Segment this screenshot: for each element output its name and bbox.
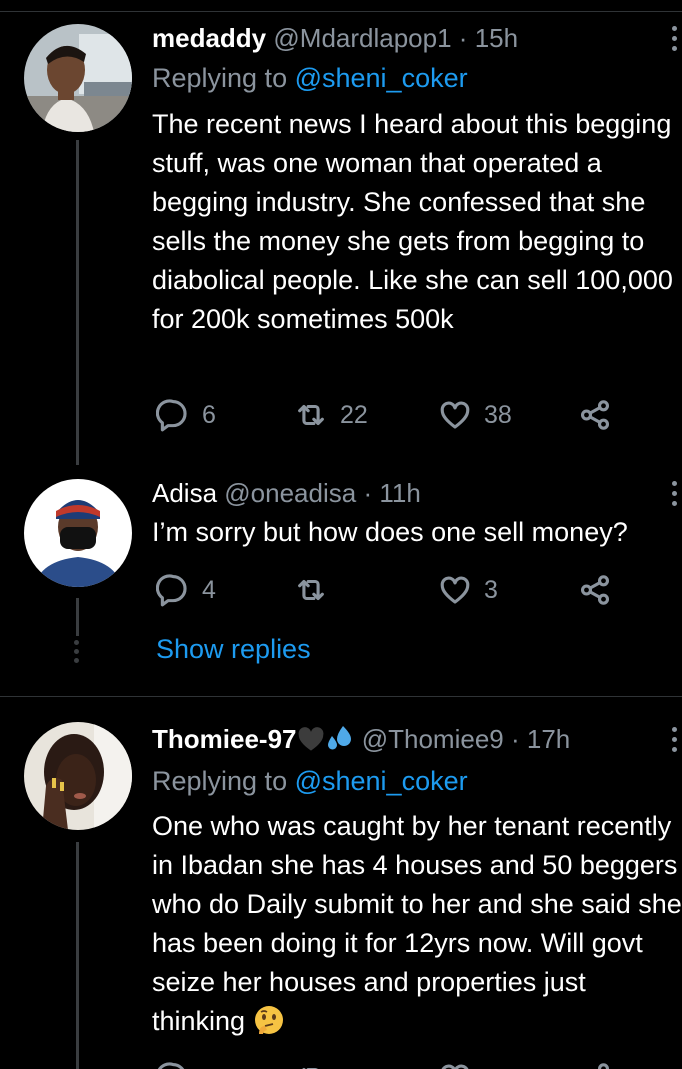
user-handle[interactable]: @oneadisa [224, 478, 356, 508]
heart-icon [440, 401, 470, 429]
retweet-count: 22 [340, 400, 368, 429]
replying-to: Replying to @sheni_coker [152, 61, 468, 95]
reply-icon [157, 1062, 185, 1069]
reply-button[interactable] [156, 1058, 190, 1069]
tweet-text: I’m sorry but how does one sell money? [152, 517, 628, 547]
sweat-droplets-emoji [327, 726, 351, 750]
avatar-thomiee[interactable] [24, 722, 132, 830]
tweet-text-body: One who was caught by her tenant recentl… [152, 811, 682, 1036]
display-name[interactable]: medaddy [152, 23, 266, 53]
share-icon [580, 400, 610, 430]
tweet-actions [152, 1058, 622, 1069]
retweet-icon [298, 404, 324, 426]
heart-icon [441, 1064, 469, 1069]
separator-dot: · [458, 23, 468, 53]
timestamp[interactable]: 17h [527, 724, 570, 754]
thread-line [76, 140, 79, 465]
reply-count: 4 [202, 575, 216, 604]
like-button[interactable]: 38 [438, 395, 512, 435]
tweet-actions: 4 3 [152, 570, 622, 610]
show-replies-link[interactable]: Show replies [156, 634, 311, 665]
separator-dot: · [510, 724, 520, 754]
heart-icon [440, 576, 470, 604]
reply-button[interactable]: 6 [156, 395, 216, 435]
thread-line [76, 598, 79, 636]
user-handle[interactable]: @Thomiee9 [362, 724, 504, 754]
reply-icon [156, 399, 187, 432]
top-divider [0, 0, 682, 12]
reply-icon [156, 574, 187, 607]
tweet-header: Thomiee-97 @Thomiee9 · 17h [152, 722, 570, 756]
timestamp[interactable]: 11h [379, 478, 420, 508]
user-handle[interactable]: @Mdardlapop1 [273, 23, 451, 53]
retweet-icon [298, 579, 324, 601]
like-button[interactable]: 3 [438, 570, 498, 610]
reply-count: 6 [202, 400, 216, 429]
more-vertical-icon[interactable] [672, 727, 678, 757]
avatar-adisa[interactable] [24, 479, 132, 587]
tweet-text: The recent news I heard about this beggi… [152, 109, 673, 334]
thread-dots [74, 640, 80, 667]
avatar-medaddy[interactable] [24, 24, 132, 132]
display-name[interactable]: Thomiee-97 [152, 724, 297, 754]
like-count: 3 [484, 575, 498, 604]
more-vertical-icon[interactable] [672, 481, 678, 511]
timestamp[interactable]: 15h [475, 23, 518, 53]
tweet-text: One who was caught by her tenant recentl… [152, 807, 682, 1041]
tweet-actions: 6 22 38 [152, 395, 622, 435]
tweet-header: Adisa @oneadisa · 11h [152, 476, 421, 510]
share-icon [580, 575, 610, 605]
retweet-icon [302, 1067, 319, 1069]
tweet-header: medaddy @Mdardlapop1 · 15h [152, 21, 518, 55]
separator-dot: · [363, 478, 373, 508]
like-count: 38 [484, 400, 512, 429]
share-button[interactable] [578, 570, 612, 610]
replying-prefix: Replying to [152, 766, 295, 796]
reply-button[interactable]: 4 [156, 570, 216, 610]
thinking-face-emoji [254, 1006, 283, 1034]
share-button[interactable] [578, 1058, 612, 1069]
replying-prefix: Replying to [152, 63, 295, 93]
mention-link[interactable]: @sheni_coker [295, 63, 468, 93]
retweet-button[interactable]: 22 [294, 395, 368, 435]
black-heart-emoji [298, 727, 323, 751]
more-vertical-icon[interactable] [672, 26, 678, 56]
mention-link[interactable]: @sheni_coker [295, 766, 468, 796]
display-name[interactable]: Adisa [152, 478, 217, 508]
retweet-button[interactable] [294, 570, 340, 610]
replying-to: Replying to @sheni_coker [152, 764, 468, 798]
retweet-button[interactable] [294, 1058, 328, 1069]
share-icon [597, 1063, 610, 1069]
thread-line [76, 842, 79, 1069]
like-button[interactable] [438, 1058, 472, 1069]
share-button[interactable] [578, 395, 612, 435]
thread-divider [0, 696, 682, 697]
